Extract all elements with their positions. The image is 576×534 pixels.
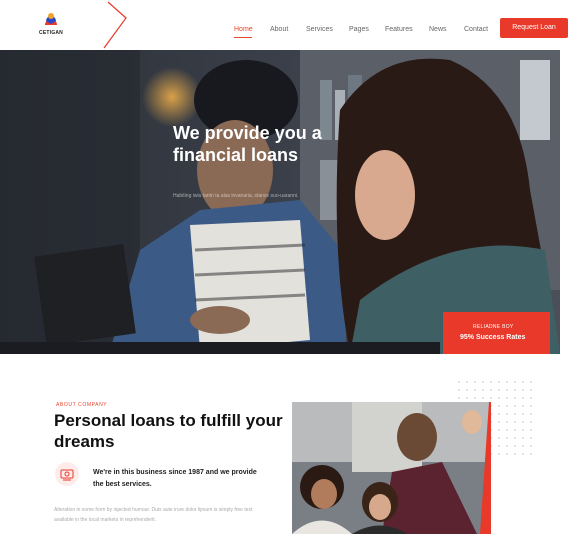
nav-news[interactable]: News bbox=[429, 26, 447, 33]
success-rate-box: RELIADNE BOY 95% Success Rates bbox=[443, 312, 550, 354]
money-icon bbox=[55, 462, 79, 486]
nav-services[interactable]: Services bbox=[306, 26, 333, 33]
feature-text: We're in this business since 1987 and we… bbox=[93, 469, 257, 488]
main-nav: Home About Services Pages Features News … bbox=[0, 0, 576, 50]
photo-accent bbox=[480, 402, 491, 534]
about-photo bbox=[292, 402, 489, 534]
success-value: 95% Success Rates bbox=[460, 334, 526, 341]
nav-active-underline bbox=[234, 37, 252, 38]
about-tagline: ABOUT COMPANY bbox=[56, 402, 108, 408]
success-caption: RELIADNE BOY bbox=[473, 324, 514, 330]
hero-title: We provide you a financial loans bbox=[173, 123, 322, 165]
nav-contact[interactable]: Contact bbox=[464, 26, 488, 33]
nav-pages[interactable]: Pages bbox=[349, 26, 369, 33]
nav-about[interactable]: About bbox=[270, 26, 288, 33]
hero-image bbox=[0, 50, 560, 354]
site-header: CETIGAN Home About Services Pages Featur… bbox=[0, 0, 576, 50]
request-loan-button[interactable]: Request Loan bbox=[500, 18, 568, 38]
nav-home[interactable]: Home bbox=[234, 26, 253, 33]
about-paragraph: Alteration in some form by injected humo… bbox=[54, 507, 253, 523]
about-title: Personal loans to fulfill your dreams bbox=[54, 411, 283, 451]
nav-features[interactable]: Features bbox=[385, 26, 413, 33]
hero-section: We provide you a financial loans Habitin… bbox=[0, 50, 560, 354]
hero-subtitle: Habiting iwiu tantn ta alas invanaria, s… bbox=[173, 193, 299, 199]
